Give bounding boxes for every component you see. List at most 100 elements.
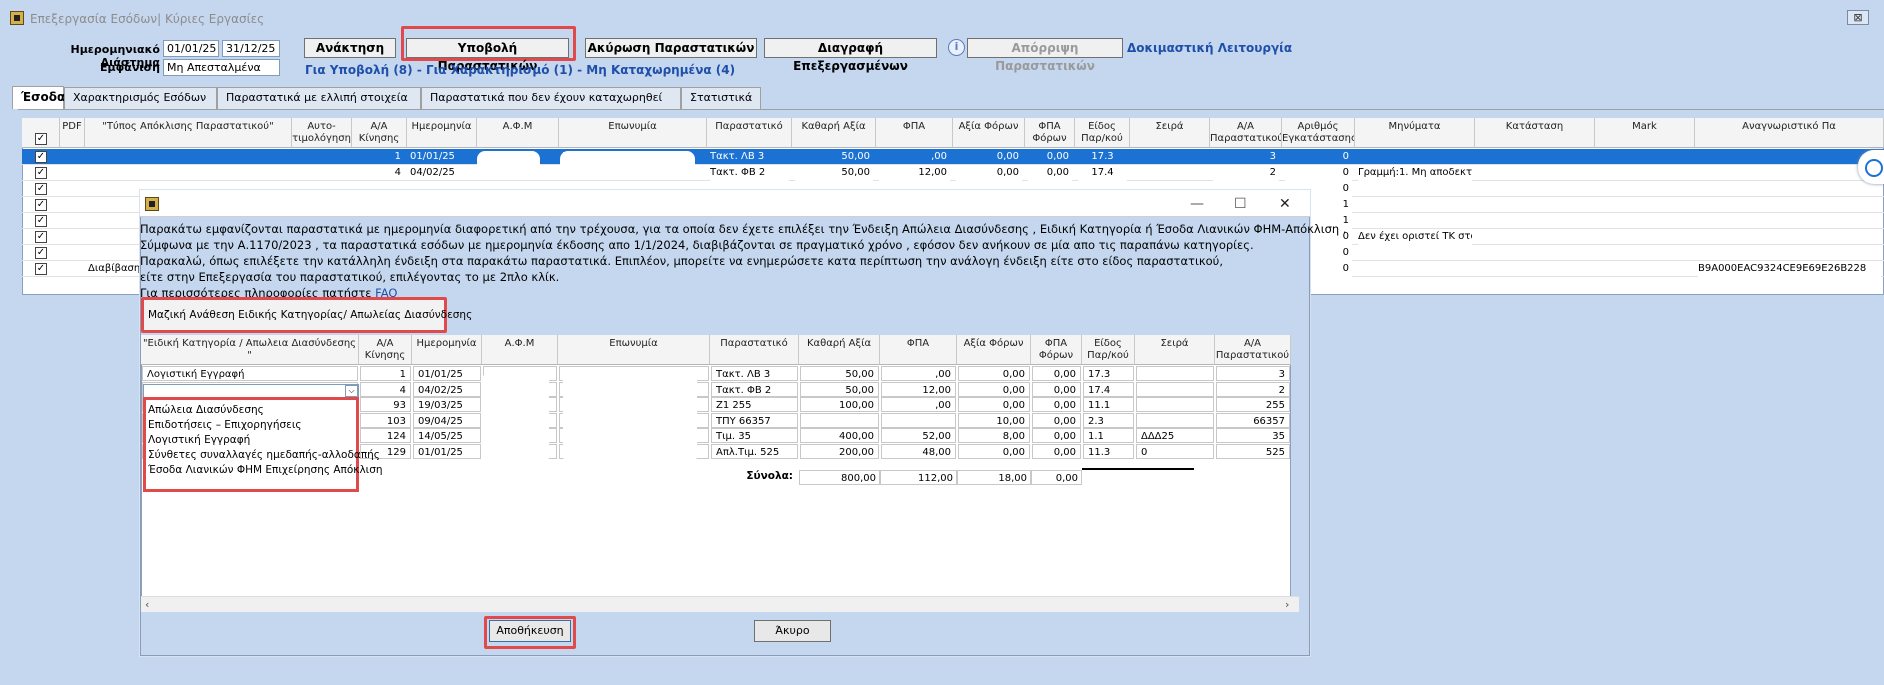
dlg-cell-tax: 8,00	[958, 428, 1030, 443]
dlg-header-doc-kind[interactable]: Είδος Παρ/κού	[1082, 335, 1135, 365]
dlg-cell-date: 19/03/25	[413, 397, 481, 412]
header-date[interactable]: Ημερομηνία	[407, 118, 477, 148]
header-deviation-type[interactable]: "Τύπος Απόκλισης Παραστατικού"	[85, 118, 292, 148]
dlg-header-document[interactable]: Παραστατικό	[710, 335, 799, 365]
dlg-header-tax-vat[interactable]: ΦΠΑ Φόρων	[1031, 335, 1082, 365]
total-tax-vat: 0,00	[1031, 470, 1082, 485]
row-checkbox[interactable]: ✓	[35, 167, 47, 179]
dlg-header-date[interactable]: Ημερομηνία	[412, 335, 482, 365]
row-checkbox[interactable]: ✓	[35, 183, 47, 195]
dlg-cell-doc: Απλ.Τιμ. 525	[711, 443, 798, 459]
dropdown-option[interactable]: Λογιστική Εγγραφή	[148, 434, 250, 446]
table-row[interactable]: ✓101/01/25ΠΤακτ. ΛΒ 350,00,000,000,0017.…	[22, 149, 1884, 165]
dlg-header-series[interactable]: Σειρά	[1135, 335, 1215, 365]
scroll-left-icon[interactable]: ‹	[145, 598, 149, 611]
cell-msg	[1358, 261, 1472, 277]
date-to-input[interactable]: 31/12/25	[222, 40, 280, 57]
mass-assign-button[interactable]: Μαζική Ανάθεση Ειδικής Κατηγορίας/ Απωλε…	[148, 309, 472, 321]
chevron-down-icon[interactable]: ⌵	[345, 385, 358, 397]
message-line: είτε στην Επεξεργασία του παραστατικού, …	[140, 270, 560, 284]
reject-documents-button[interactable]: Απόρριψη Παραστατικών	[967, 38, 1123, 73]
cell-msg	[1358, 149, 1472, 165]
header-doc-kind[interactable]: Είδος Παρ/κού	[1075, 118, 1130, 148]
header-series[interactable]: Σειρά	[1130, 118, 1210, 148]
dropdown-option[interactable]: Απώλεια Διασύνδεσης	[148, 404, 264, 416]
header-name[interactable]: Επωνυμία	[559, 118, 707, 148]
scroll-right-icon[interactable]: ›	[1285, 598, 1289, 611]
cell-id: B9A000EAC9324CE9E69E26B228	[1698, 261, 1881, 277]
dropdown-option[interactable]: Επιδοτήσεις – Επιχορηγήσεις	[148, 419, 302, 431]
row-checkbox[interactable]: ✓	[35, 199, 47, 211]
delete-processed-button[interactable]: Διαγραφή Επεξεργασμένων	[764, 38, 937, 73]
dlg-header-doc-number[interactable]: Α/Α Παραστατικού	[1215, 335, 1291, 365]
support-chat-icon[interactable]	[1858, 150, 1884, 184]
cell-id	[1698, 181, 1881, 197]
category-combo[interactable]	[143, 384, 359, 398]
dlg-header-vat[interactable]: ΦΠΑ	[880, 335, 957, 365]
cell-aap: 3	[1269, 151, 1276, 162]
dropdown-option[interactable]: Έσοδα Λιανικών ΦΗΜ Επιχείρησης Απόκλιση	[148, 464, 383, 476]
row-checkbox[interactable]: ✓	[35, 215, 47, 227]
category-dropdown: Απώλεια Διασύνδεσης Επιδοτήσεις – Επιχορ…	[143, 397, 383, 492]
row-checkbox[interactable]: ✓	[35, 247, 47, 259]
header-taxes[interactable]: Αξία Φόρων	[953, 118, 1025, 148]
row-checkbox[interactable]: ✓	[35, 231, 47, 243]
search-button[interactable]: Ανάκτηση	[304, 38, 396, 58]
dlg-header-name[interactable]: Επωνυμία	[558, 335, 710, 365]
row-checkbox[interactable]: ✓	[35, 151, 47, 163]
dlg-cell-vat: 12,00	[881, 381, 956, 397]
header-status[interactable]: Κατάσταση	[1475, 118, 1595, 148]
dlg-header-net-value[interactable]: Καθαρή Αξία	[799, 335, 880, 365]
header-messages[interactable]: Μηνύματα	[1355, 118, 1475, 148]
date-from-input[interactable]: 01/01/25	[163, 40, 219, 57]
tab-incomplete-documents[interactable]: Παραστατικά με ελλιπή στοιχεία	[217, 87, 421, 109]
row-checkbox[interactable]: ✓	[35, 263, 47, 275]
header-select-all[interactable]: ✓	[22, 118, 60, 148]
header-tax-vat[interactable]: ΦΠΑ Φόρων	[1025, 118, 1075, 148]
dialog-close-button[interactable]: ✕	[1279, 196, 1291, 212]
header-installation-no[interactable]: Αριθμός Εγκατάστασης	[1282, 118, 1355, 148]
header-doc-number[interactable]: Α/Α Παραστατικού	[1210, 118, 1282, 148]
cell-id	[1698, 245, 1881, 261]
save-button[interactable]: Αποθήκευση	[489, 620, 571, 642]
dialog-minimize-button[interactable]: —	[1190, 196, 1204, 212]
dlg-cell-cat[interactable]: Λογιστική Εγγραφή	[142, 366, 358, 381]
dlg-cell-aa: 93	[360, 397, 411, 412]
header-document[interactable]: Παραστατικό	[707, 118, 792, 148]
dlg-cell-doc: Τακτ. ΛΒ 3	[711, 366, 798, 381]
dlg-cell-date: 14/05/25	[413, 428, 481, 443]
dlg-cell-seira	[1136, 381, 1214, 397]
summary-counts: Για Υποβολή (8) - Για Χαρακτηρισμό (1) -…	[305, 63, 736, 77]
header-vat[interactable]: ΦΠΑ	[876, 118, 953, 148]
dropdown-option[interactable]: Σύνθετες συναλλαγές ημεδαπής-αλλοδαπής	[148, 449, 380, 461]
dlg-header-category[interactable]: "Ειδική Κατηγορία / Απωλεια Διασύνδεσης …	[141, 335, 359, 365]
dlg-header-movement-no[interactable]: Α/Α Κίνησης	[359, 335, 412, 365]
dlg-header-afm[interactable]: Α.Φ.Μ	[482, 335, 558, 365]
dialog-row[interactable]: Λογιστική Εγγραφή101/01/25ΠΤακτ. ΛΒ 350,…	[141, 366, 1291, 381]
header-self-invoicing[interactable]: Αυτο-τιμολόγηση	[292, 118, 352, 148]
header-pdf[interactable]: PDF	[60, 118, 85, 148]
table-row[interactable]: ✓404/02/25ΧΤακτ. ΦΒ 250,0012,000,000,001…	[22, 165, 1884, 181]
horizontal-scrollbar[interactable]: ‹ ›	[141, 596, 1299, 612]
tab-income[interactable]: Έσοδα	[12, 86, 65, 109]
select-all-checkbox[interactable]: ✓	[35, 133, 47, 145]
dlg-cell-aap: 255	[1216, 397, 1290, 412]
dlg-cell-aa: 1	[360, 366, 411, 381]
submit-documents-button[interactable]: Υποβολή Παραστατικών	[406, 38, 569, 73]
cancel-button[interactable]: Άκυρο	[754, 620, 831, 642]
window-close-button[interactable]: ⊠	[1847, 10, 1869, 25]
header-mark[interactable]: Mark	[1595, 118, 1695, 148]
header-identifier[interactable]: Αναγνωριστικό Πα	[1695, 118, 1884, 148]
display-select[interactable]: Μη Απεσταλμένα	[163, 59, 280, 76]
dlg-cell-net: 100,00	[800, 397, 879, 412]
header-movement-no[interactable]: Α/Α Κίνησης	[352, 118, 407, 148]
tab-income-classification[interactable]: Χαρακτηρισμός Εσόδων	[64, 87, 217, 109]
header-net-value[interactable]: Καθαρή Αξία	[792, 118, 876, 148]
tab-unregistered-documents[interactable]: Παραστατικά που δεν έχουν καταχωρηθεί	[421, 87, 681, 109]
dlg-header-taxes[interactable]: Αξία Φόρων	[957, 335, 1031, 365]
header-afm[interactable]: Α.Φ.Μ	[477, 118, 559, 148]
redaction-dlg-name	[563, 367, 697, 464]
cancel-documents-button[interactable]: Ακύρωση Παραστατικών	[585, 38, 757, 58]
dialog-maximize-button[interactable]: ☐	[1234, 196, 1247, 212]
tab-statistics[interactable]: Στατιστικά	[681, 87, 761, 109]
